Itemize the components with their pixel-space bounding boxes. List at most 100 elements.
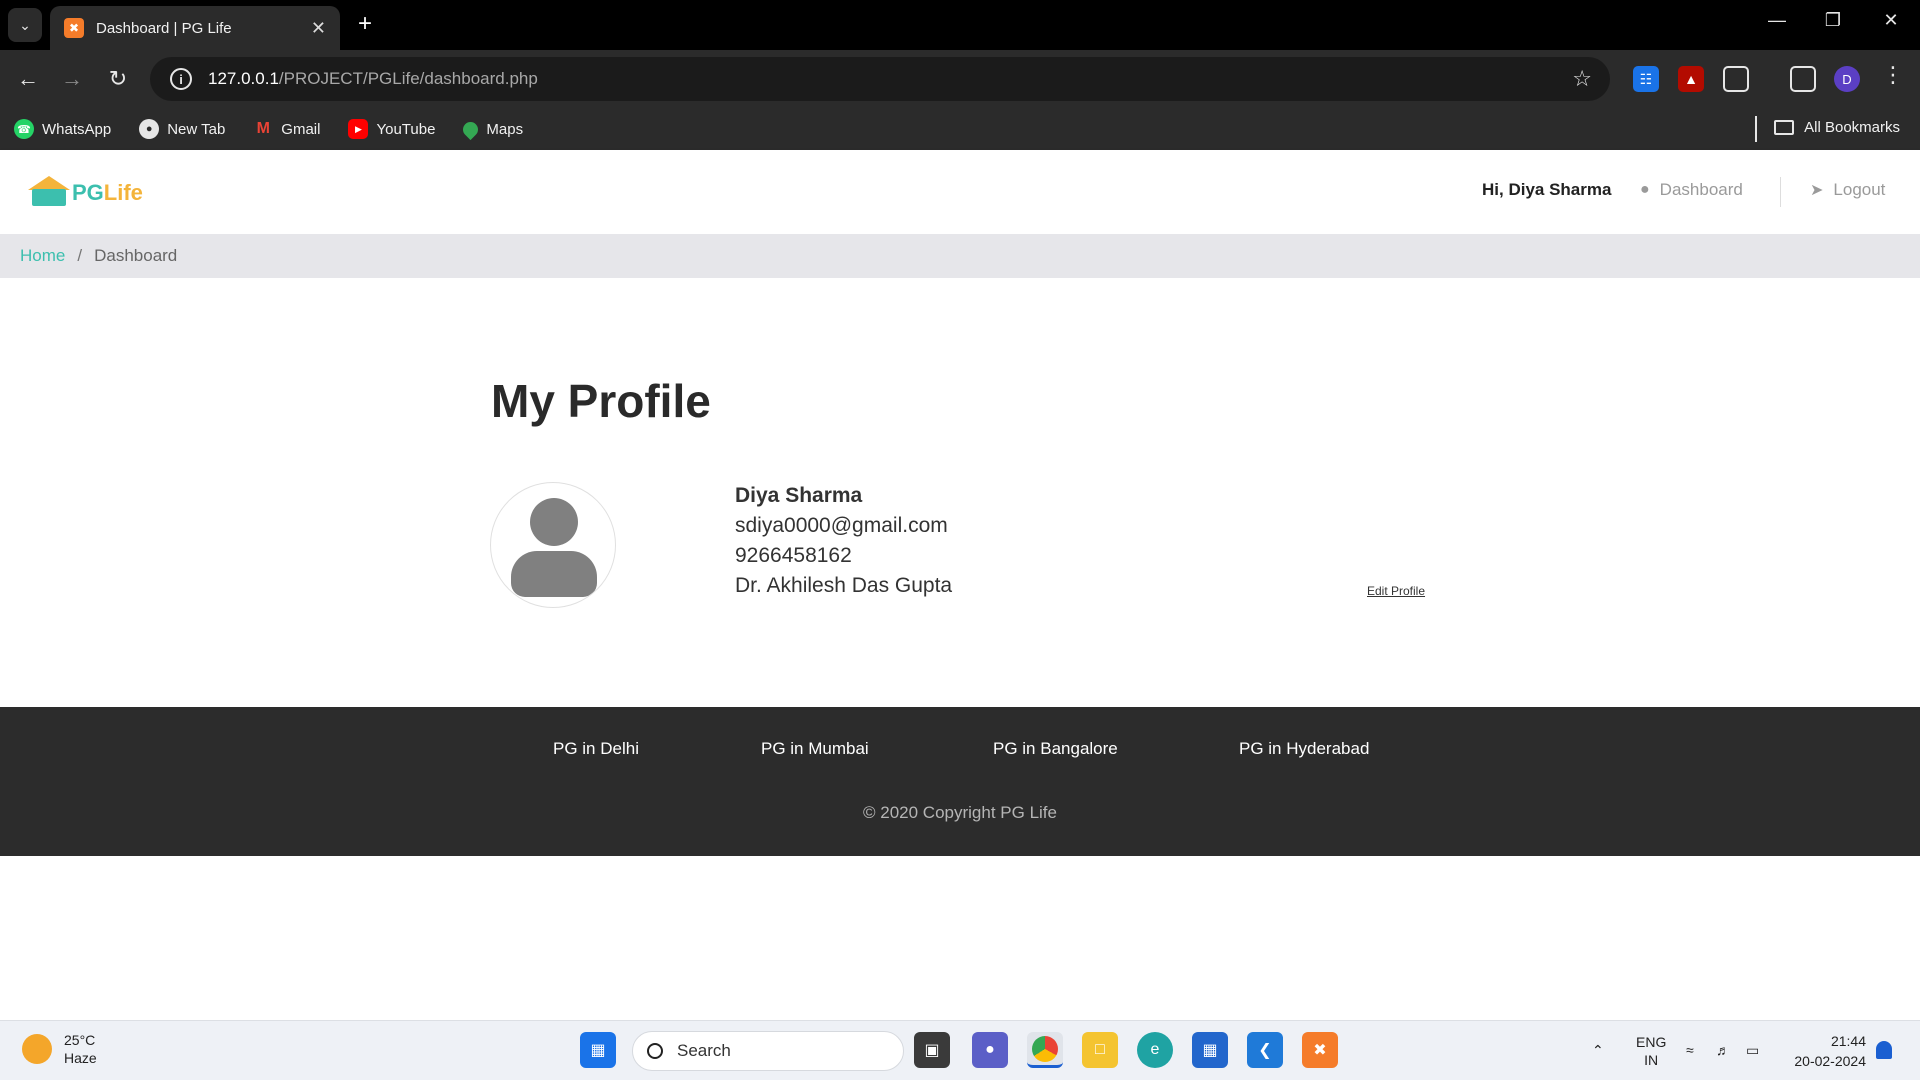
footer-link-mumbai[interactable]: PG in Mumbai bbox=[761, 739, 869, 759]
site-footer: PG in Delhi PG in Mumbai PG in Bangalore… bbox=[0, 707, 1920, 856]
all-bookmarks-label: All Bookmarks bbox=[1804, 119, 1900, 136]
footer-link-hyderabad[interactable]: PG in Hyderabad bbox=[1239, 739, 1369, 759]
chevron-down-icon: ⌄ bbox=[19, 16, 31, 33]
bookmark-youtube[interactable]: ▶ YouTube bbox=[348, 119, 435, 139]
profile-email: sdiya0000@gmail.com bbox=[735, 514, 948, 537]
weather-widget[interactable]: 25°C Haze bbox=[22, 1031, 97, 1067]
restore-icon[interactable]: ❐ bbox=[1818, 10, 1848, 31]
user-greeting: Hi, Diya Sharma bbox=[1482, 180, 1612, 199]
avatar-body-icon bbox=[511, 551, 597, 597]
breadcrumb-current: Dashboard bbox=[94, 246, 178, 265]
bookmark-star-icon[interactable]: ☆ bbox=[1572, 66, 1592, 92]
browser-menu-icon[interactable]: ⋮ bbox=[1882, 62, 1904, 88]
logo-text-life: Life bbox=[103, 180, 143, 205]
dashboard-nav-link[interactable]: ● Dashboard bbox=[1640, 180, 1743, 200]
browser-tab-active[interactable]: ✖ Dashboard | PG Life ✕ bbox=[50, 6, 340, 50]
extensions-puzzle-icon[interactable] bbox=[1723, 66, 1749, 92]
windows-taskbar: 25°C Haze ▦ Search ▣ ● □ e ▦ ❮ ✖ ⌃ ENG I… bbox=[0, 1020, 1920, 1080]
bookmark-new-tab[interactable]: ● New Tab bbox=[139, 119, 225, 139]
edit-profile-link[interactable]: Edit Profile bbox=[1367, 584, 1425, 598]
region-label: IN bbox=[1644, 1052, 1659, 1068]
logout-nav-link[interactable]: ➤ Logout bbox=[1810, 180, 1885, 200]
edge-icon[interactable]: e bbox=[1137, 1032, 1173, 1068]
file-explorer-icon[interactable]: □ bbox=[1082, 1032, 1118, 1068]
breadcrumb-separator: / bbox=[77, 246, 83, 265]
taskbar-search[interactable]: Search bbox=[632, 1031, 904, 1071]
nav-divider bbox=[1780, 177, 1781, 207]
xampp-favicon-icon: ✖ bbox=[64, 18, 84, 38]
taskbar-search-label: Search bbox=[677, 1041, 731, 1060]
browser-toolbar: ← → ↻ i 127.0.0.1 /PROJECT/PGLife/dashbo… bbox=[0, 50, 1920, 108]
reload-icon[interactable]: ↻ bbox=[104, 65, 132, 93]
gmail-icon: M bbox=[256, 120, 270, 137]
profile-avatar-button[interactable]: D bbox=[1834, 66, 1860, 92]
footer-link-bangalore[interactable]: PG in Bangalore bbox=[993, 739, 1118, 759]
search-icon bbox=[647, 1043, 663, 1059]
bookmark-label: Gmail bbox=[281, 120, 321, 138]
page-title: My Profile bbox=[491, 375, 711, 427]
copyright-text: © 2020 Copyright PG Life bbox=[863, 803, 1057, 822]
back-arrow-icon[interactable]: ← bbox=[14, 65, 42, 93]
browser-tabstrip: ⌄ ✖ Dashboard | PG Life ✕ + — ❐ ✕ bbox=[0, 0, 1920, 50]
weather-temperature: 25°C bbox=[64, 1032, 96, 1048]
url-path: /PROJECT/PGLife/dashboard.php bbox=[278, 69, 538, 88]
site-info-icon[interactable]: i bbox=[170, 68, 192, 90]
system-clock[interactable]: 21:44 20-02-2024 bbox=[1786, 1031, 1866, 1071]
avatar-head-icon bbox=[530, 498, 578, 546]
vscode-icon[interactable]: ❮ bbox=[1247, 1032, 1283, 1068]
globe-icon: ● bbox=[139, 119, 160, 139]
bookmark-label: Maps bbox=[486, 120, 524, 138]
bookmark-gmail[interactable]: M Gmail bbox=[253, 119, 321, 139]
tab-search-button[interactable]: ⌄ bbox=[8, 8, 42, 42]
wifi-icon[interactable]: ≈ bbox=[1686, 1041, 1694, 1059]
folder-icon bbox=[1774, 120, 1795, 135]
language-indicator[interactable]: ENG IN bbox=[1636, 1033, 1666, 1069]
teams-chat-icon[interactable]: ● bbox=[972, 1032, 1008, 1068]
profile-avatar bbox=[490, 482, 616, 608]
address-bar[interactable]: i 127.0.0.1 /PROJECT/PGLife/dashboard.ph… bbox=[150, 57, 1610, 101]
logout-link-label: Logout bbox=[1833, 180, 1886, 199]
notification-bell-icon[interactable] bbox=[1876, 1041, 1892, 1059]
whatsapp-icon: ☎ bbox=[14, 119, 34, 139]
logout-icon: ➤ bbox=[1810, 182, 1824, 199]
all-bookmarks-button[interactable]: All Bookmarks bbox=[1774, 119, 1900, 136]
close-tab-icon[interactable]: ✕ bbox=[311, 18, 326, 39]
clock-time: 21:44 bbox=[1830, 1033, 1866, 1049]
weather-haze-icon bbox=[22, 1034, 52, 1064]
windows-start-icon[interactable]: ▦ bbox=[580, 1032, 616, 1068]
extension-icon[interactable]: ☷ bbox=[1633, 66, 1659, 92]
dashboard-link-label: Dashboard bbox=[1659, 180, 1743, 199]
clock-date: 20-02-2024 bbox=[1794, 1053, 1866, 1069]
close-window-icon[interactable]: ✕ bbox=[1876, 10, 1906, 31]
bookmark-whatsapp[interactable]: ☎ WhatsApp bbox=[14, 119, 111, 139]
site-header: PG Life Hi, Diya Sharma ● Dashboard ➤ Lo… bbox=[0, 150, 1920, 234]
house-logo-icon bbox=[28, 176, 70, 206]
minimize-icon[interactable]: — bbox=[1762, 10, 1792, 31]
bookmark-label: WhatsApp bbox=[42, 120, 112, 138]
maps-icon bbox=[460, 118, 482, 140]
microsoft-store-icon[interactable]: ▦ bbox=[1192, 1032, 1228, 1068]
footer-link-delhi[interactable]: PG in Delhi bbox=[553, 739, 639, 759]
weather-condition: Haze bbox=[64, 1050, 97, 1066]
pglife-logo[interactable]: PG Life bbox=[28, 176, 143, 206]
xampp-icon[interactable]: ✖ bbox=[1302, 1032, 1338, 1068]
breadcrumb-home-link[interactable]: Home bbox=[20, 246, 65, 266]
profile-phone: 9266458162 bbox=[735, 544, 852, 567]
logo-text-pg: PG bbox=[72, 180, 104, 205]
bookmark-label: New Tab bbox=[167, 120, 226, 138]
bookmarks-divider bbox=[1755, 116, 1757, 142]
pdf-extension-icon[interactable]: ▲ bbox=[1678, 66, 1704, 92]
tab-title: Dashboard | PG Life bbox=[96, 19, 232, 37]
youtube-icon: ▶ bbox=[348, 119, 369, 139]
volume-icon[interactable]: ♬ bbox=[1716, 1041, 1730, 1059]
task-view-icon[interactable]: ▣ bbox=[914, 1032, 950, 1068]
forward-arrow-icon[interactable]: → bbox=[58, 65, 86, 93]
side-panel-icon[interactable] bbox=[1790, 66, 1816, 92]
new-tab-button[interactable]: + bbox=[352, 12, 378, 38]
battery-icon[interactable]: ▭ bbox=[1746, 1041, 1759, 1059]
bookmarks-bar: ☎ WhatsApp ● New Tab M Gmail ▶ YouTube M… bbox=[0, 108, 1920, 150]
user-icon: ● bbox=[1640, 181, 1650, 198]
chrome-taskbar-icon[interactable] bbox=[1027, 1032, 1063, 1068]
bookmark-maps[interactable]: Maps bbox=[460, 118, 524, 140]
show-hidden-icons-chevron-icon[interactable]: ⌃ bbox=[1592, 1041, 1604, 1059]
